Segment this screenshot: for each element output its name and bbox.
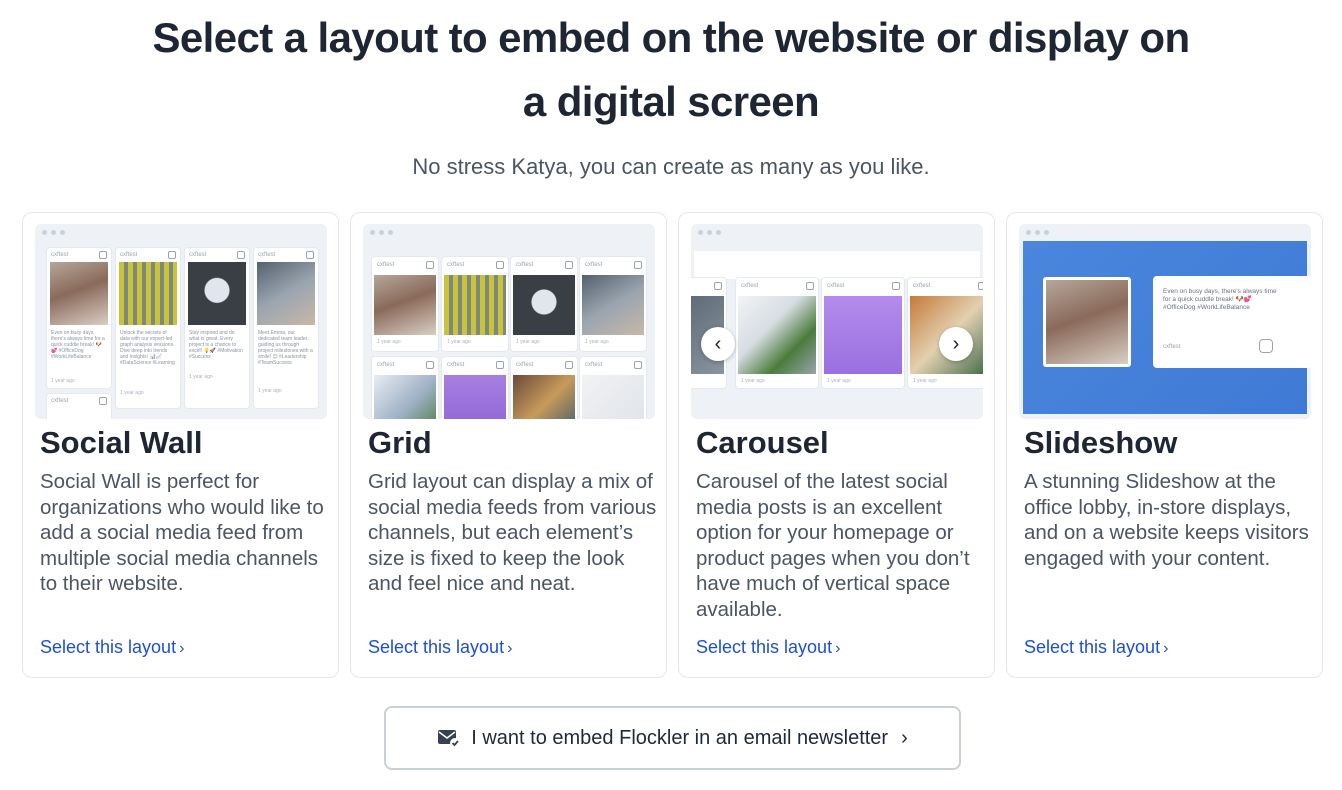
grid-post-tile: cxftest <box>511 357 577 419</box>
post-image <box>444 275 506 335</box>
chevron-right-icon: › <box>179 640 185 657</box>
embed-button-label: I want to embed Flockler in an email new… <box>471 726 889 749</box>
wall-post-tile: cxftest <box>47 394 111 419</box>
instagram-icon <box>565 261 573 269</box>
chevron-right-icon: › <box>507 640 513 657</box>
instagram-icon <box>806 282 814 290</box>
chevron-right-icon: › <box>835 640 841 657</box>
grid-post-tile: cxftest 1 year ago <box>511 257 577 351</box>
layout-card-social-wall[interactable]: cxftest Even on busy days, there's alway… <box>22 212 339 678</box>
social-wall-preview: cxftest Even on busy days, there's alway… <box>35 224 327 419</box>
email-check-icon <box>438 730 461 748</box>
layout-description: A stunning Slideshow at the office lobby… <box>1024 470 1309 570</box>
grid-post-tile: cxftest 1 year ago <box>580 257 646 351</box>
layout-title: Social Wall <box>40 425 203 460</box>
instagram-icon <box>168 251 176 259</box>
instagram-icon <box>496 361 504 369</box>
instagram-icon <box>1259 339 1273 353</box>
page-title: Select a layout to embed on the website … <box>0 6 1342 134</box>
layout-description: Social Wall is perfect for organizations… <box>40 470 324 595</box>
layout-title: Slideshow <box>1024 425 1178 460</box>
select-layout-link[interactable]: Select this layout › <box>40 637 184 658</box>
post-image <box>374 275 436 335</box>
layout-description: Carousel of the latest social media post… <box>696 470 970 621</box>
grid-preview: cxftest 1 year ago cxftest 1 year ago cxft… <box>363 224 655 419</box>
wall-post-tile: cxftest Even on busy days, there's alway… <box>47 248 111 388</box>
chevron-right-icon: › <box>952 332 960 355</box>
instagram-icon <box>892 282 900 290</box>
post-image <box>582 275 644 335</box>
instagram-icon <box>426 361 434 369</box>
instagram-icon <box>99 397 107 405</box>
post-image <box>374 375 436 419</box>
chevron-right-icon: › <box>901 726 908 749</box>
instagram-icon <box>634 261 642 269</box>
select-layout-link[interactable]: Select this layout › <box>1024 637 1168 658</box>
carousel-post-tile: cxftest 1 year ago <box>736 278 818 388</box>
window-dots <box>370 230 393 235</box>
page-title-line-1: Select a layout to embed on the website … <box>152 14 1190 61</box>
slide-text-card: Even on busy days, there's always time f… <box>1153 276 1311 368</box>
embed-email-newsletter-button[interactable]: I want to embed Flockler in an email new… <box>384 706 961 770</box>
instagram-icon <box>634 361 642 369</box>
grid-post-tile: cxftest 1 year ago <box>442 257 508 351</box>
instagram-icon <box>426 261 434 269</box>
page-title-line-2: a digital screen <box>522 78 820 125</box>
post-image <box>257 262 315 325</box>
instagram-icon <box>496 261 504 269</box>
post-image <box>1046 280 1128 364</box>
layout-card-carousel[interactable]: cxftest 1 year ago cxftest 1 year ago cxft… <box>678 212 995 678</box>
grid-post-tile: cxftest <box>442 357 508 419</box>
post-image <box>444 375 506 419</box>
instagram-icon <box>978 282 983 290</box>
slideshow-preview: Even on busy days, there's always time f… <box>1019 224 1311 419</box>
slideshow-stage: Even on busy days, there's always time f… <box>1023 241 1311 414</box>
layout-title: Carousel <box>696 425 829 460</box>
post-image <box>188 262 246 325</box>
wall-post-tile: cxftest Stay inspired and do what is gre… <box>185 248 249 408</box>
instagram-icon <box>714 282 722 290</box>
page-subtitle: No stress Katya, you can create as many … <box>412 154 930 179</box>
instagram-icon <box>99 251 107 259</box>
post-image <box>738 296 816 374</box>
layout-card-grid[interactable]: cxftest 1 year ago cxftest 1 year ago cxft… <box>350 212 667 678</box>
instagram-icon <box>237 251 245 259</box>
layout-description: Grid layout can display a mix of social … <box>368 470 657 595</box>
select-layout-link[interactable]: Select this layout › <box>368 637 512 658</box>
carousel-preview: cxftest 1 year ago cxftest 1 year ago cxft… <box>691 224 983 419</box>
carousel-prev-button[interactable]: ‹ <box>701 327 735 361</box>
carousel-next-button[interactable]: › <box>939 327 973 361</box>
chevron-left-icon: ‹ <box>714 332 722 355</box>
carousel-header-bar <box>694 251 980 279</box>
post-image <box>50 262 108 325</box>
grid-post-tile: cxftest 1 year ago <box>372 257 438 351</box>
carousel-post-tile: cxftest 1 year ago <box>822 278 904 388</box>
instagram-icon <box>306 251 314 259</box>
post-image <box>824 296 902 374</box>
layout-card-slideshow[interactable]: Even on busy days, there's always time f… <box>1006 212 1323 678</box>
chevron-right-icon: › <box>1163 640 1169 657</box>
post-image <box>119 262 177 325</box>
window-dots <box>698 230 721 235</box>
window-dots <box>42 230 65 235</box>
instagram-icon <box>565 361 573 369</box>
select-layout-link[interactable]: Select this layout › <box>696 637 840 658</box>
wall-post-tile: cxftest Unlock the secrets of data with … <box>116 248 180 408</box>
slide-image-frame <box>1043 277 1131 367</box>
post-image <box>513 275 575 335</box>
wall-post-tile: cxftest Meet Emma, our dedicated team le… <box>254 248 318 408</box>
window-dots <box>1026 230 1049 235</box>
layout-title: Grid <box>368 425 432 460</box>
grid-post-tile: cxftest <box>580 357 646 419</box>
post-image <box>582 375 644 419</box>
grid-post-tile: cxftest <box>372 357 438 419</box>
post-image <box>513 375 575 419</box>
